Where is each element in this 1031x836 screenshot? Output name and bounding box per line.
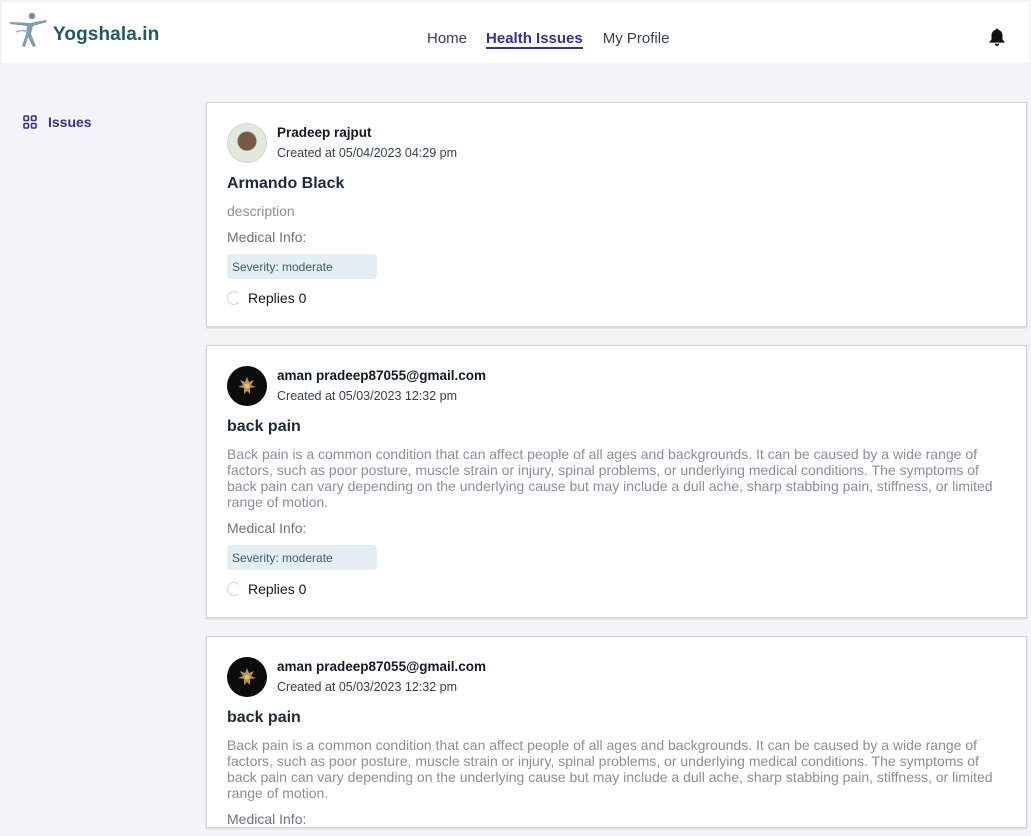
brand-name: Yogshala.in xyxy=(53,24,160,45)
issues-grid-icon xyxy=(23,115,37,129)
issue-author: aman pradeep87055@gmail.com xyxy=(277,659,487,674)
severity-badge: Severity: moderate xyxy=(227,545,377,570)
issue-description: description xyxy=(227,203,295,219)
yoga-logo-icon xyxy=(10,12,47,47)
replies-label: Replies 0 xyxy=(248,290,307,306)
crest-emblem xyxy=(238,668,256,685)
avatar xyxy=(227,657,267,697)
sidebar-item-label: Issues xyxy=(48,114,92,130)
avatar xyxy=(227,366,267,406)
avatar xyxy=(227,123,267,163)
replies-toggle[interactable]: Replies 0 xyxy=(227,290,306,306)
issue-title: back pain xyxy=(227,709,301,726)
issue-card[interactable]: aman pradeep87055@gmail.com Created at 0… xyxy=(206,345,1027,618)
medical-info-label: Medical Info: xyxy=(227,811,307,827)
issue-created-at: Created at 05/03/2023 12:32 pm xyxy=(277,680,457,694)
issue-header: aman pradeep87055@gmail.com Created at 0… xyxy=(227,657,486,697)
crest-emblem xyxy=(238,377,256,394)
issue-title: Armando Black xyxy=(227,175,345,192)
issue-card[interactable]: Pradeep rajput Created at 05/04/2023 04:… xyxy=(206,102,1027,327)
sidebar-item-issues[interactable]: Issues xyxy=(22,114,92,130)
brand[interactable]: Yogshala.in xyxy=(6,12,160,54)
medical-info-label: Medical Info: xyxy=(227,520,307,536)
issue-author: Pradeep rajput xyxy=(277,125,372,140)
nav-health-issues[interactable]: Health Issues xyxy=(486,30,583,49)
bell-icon[interactable] xyxy=(988,27,1006,47)
medical-info-label: Medical Info: xyxy=(227,229,307,245)
issue-created-at: Created at 05/03/2023 12:32 pm xyxy=(277,389,457,403)
top-navbar: Yogshala.in Home Health Issues My Profil… xyxy=(2,2,1029,63)
nav-home[interactable]: Home xyxy=(427,30,467,49)
main-nav: Home Health Issues My Profile xyxy=(427,30,669,49)
replies-label: Replies 0 xyxy=(248,581,307,597)
replies-icon xyxy=(227,582,241,596)
issue-card[interactable]: aman pradeep87055@gmail.com Created at 0… xyxy=(206,636,1027,828)
issue-description: Back pain is a common condition that can… xyxy=(227,737,993,801)
issue-title: back pain xyxy=(227,418,301,435)
issue-header: Pradeep rajput Created at 05/04/2023 04:… xyxy=(227,123,457,163)
severity-badge: Severity: moderate xyxy=(227,254,377,279)
issue-header: aman pradeep87055@gmail.com Created at 0… xyxy=(227,366,486,406)
issue-description: Back pain is a common condition that can… xyxy=(227,446,993,510)
replies-icon xyxy=(227,291,241,305)
nav-my-profile[interactable]: My Profile xyxy=(603,30,670,49)
issue-author: aman pradeep87055@gmail.com xyxy=(277,368,487,383)
replies-toggle[interactable]: Replies 0 xyxy=(227,581,306,597)
issue-created-at: Created at 05/04/2023 04:29 pm xyxy=(277,146,457,160)
